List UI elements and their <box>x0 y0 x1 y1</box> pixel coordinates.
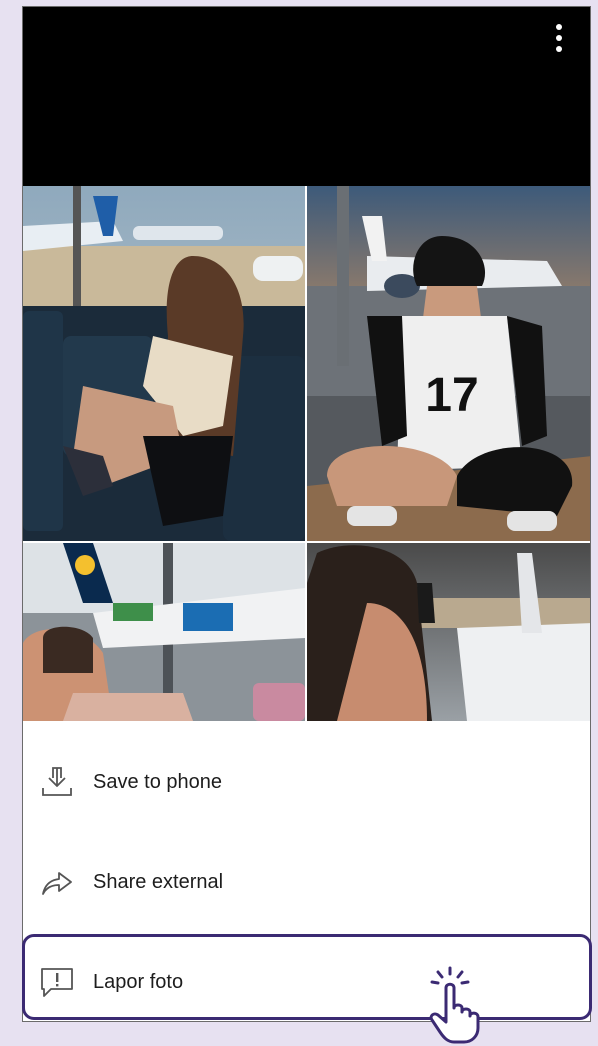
report-photo-button[interactable]: Lapor foto <box>23 947 590 1017</box>
photo-tile-2[interactable]: 17 <box>307 186 590 541</box>
photo-tile-3[interactable] <box>23 543 305 721</box>
report-photo-label: Lapor foto <box>93 970 184 993</box>
share-external-button[interactable]: Share external <box>23 847 590 917</box>
more-options-icon[interactable] <box>546 21 572 55</box>
share-arrow-icon <box>42 872 72 895</box>
phone-screen: 17 Save to phone Share external Lapor fo… <box>22 6 591 1022</box>
tap-hand-icon <box>429 966 480 1044</box>
svg-text:17: 17 <box>425 369 478 422</box>
download-icon <box>42 767 72 796</box>
action-sheet: Save to phone Share external Lapor foto <box>23 721 590 1021</box>
share-external-label: Share external <box>93 870 224 893</box>
photo-tile-1[interactable] <box>23 186 305 541</box>
report-flag-icon <box>41 968 73 997</box>
save-to-phone-button[interactable]: Save to phone <box>23 747 590 817</box>
photo-grid: 17 <box>23 186 590 721</box>
photo-viewer-header <box>23 7 590 186</box>
save-to-phone-label: Save to phone <box>93 770 222 793</box>
photo-tile-4[interactable] <box>307 543 590 721</box>
